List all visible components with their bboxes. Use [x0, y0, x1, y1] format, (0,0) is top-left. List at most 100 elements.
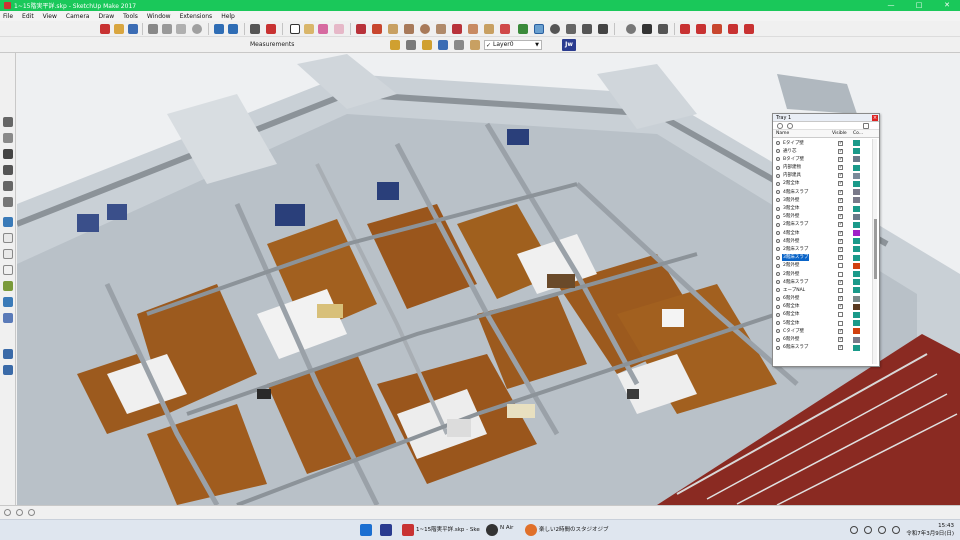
layer-row[interactable]: 6階外壁 ✓ — [773, 295, 873, 303]
push-pull-icon[interactable] — [484, 24, 494, 34]
layer-color-swatch[interactable] — [853, 320, 860, 327]
section-plane-icon[interactable] — [3, 349, 13, 359]
layer-name[interactable]: 6階全体 — [782, 303, 800, 310]
active-layer-radio[interactable] — [776, 345, 780, 350]
layer-color-swatch[interactable] — [853, 254, 860, 261]
eraser-icon[interactable] — [334, 24, 344, 34]
air-task-icon[interactable] — [486, 524, 498, 536]
rectangle-icon[interactable] — [388, 24, 398, 34]
layer-color-swatch[interactable] — [853, 156, 860, 163]
details-icon[interactable] — [863, 123, 869, 129]
menu-file[interactable]: File — [3, 13, 13, 20]
active-layer-radio[interactable] — [776, 247, 780, 252]
taskbar-item-browser[interactable]: 楽しい2時間のスタジオジブ — [539, 525, 609, 533]
active-layer-radio[interactable] — [776, 181, 780, 186]
layer-row[interactable]: 5階外壁 ✓ — [773, 213, 873, 221]
layer-visible-checkbox[interactable]: ✓ — [838, 173, 843, 179]
layer-name[interactable]: 4階床スラブ — [782, 189, 809, 196]
layer-name[interactable]: 3階外壁 — [782, 197, 800, 204]
layer-visible-checkbox[interactable]: ✓ — [838, 181, 843, 187]
volume-icon[interactable] — [878, 526, 886, 534]
layer-visible-checkbox[interactable]: ✓ — [838, 328, 843, 334]
zoom-extents-icon[interactable] — [582, 24, 592, 34]
layer-name[interactable]: 4階外壁 — [782, 238, 800, 245]
zoom-window-icon[interactable] — [566, 24, 576, 34]
layer-color-swatch[interactable] — [853, 172, 860, 179]
text-icon[interactable] — [438, 40, 448, 50]
layer-visible-checkbox[interactable] — [838, 312, 843, 318]
layer-color-swatch[interactable] — [853, 180, 860, 187]
erase-icon[interactable] — [192, 24, 202, 34]
menu-extensions[interactable]: Extensions — [180, 13, 213, 20]
iso-view-icon[interactable] — [3, 117, 13, 127]
active-layer-radio[interactable] — [776, 263, 780, 268]
active-layer-radio[interactable] — [776, 222, 780, 227]
active-layer-radio[interactable] — [776, 321, 780, 326]
active-layer-radio[interactable] — [776, 239, 780, 244]
monochrome-icon[interactable] — [3, 313, 13, 323]
layer-row[interactable]: 通り芯 ✓ — [773, 147, 873, 155]
protractor-icon[interactable] — [422, 40, 432, 50]
redo-icon[interactable] — [228, 24, 238, 34]
layer-visible-checkbox[interactable]: ✓ — [838, 140, 843, 146]
layer-row[interactable]: 6階外壁 ✓ — [773, 336, 873, 344]
follow-me-icon[interactable] — [728, 24, 738, 34]
layer-visible-checkbox[interactable]: ✓ — [838, 296, 843, 302]
look-around-icon[interactable] — [658, 24, 668, 34]
active-layer-radio[interactable] — [776, 214, 780, 219]
layer-row[interactable]: 内部建具 ✓ — [773, 172, 873, 180]
dimension-icon[interactable] — [406, 40, 416, 50]
col-visible[interactable]: Visible — [832, 130, 847, 138]
layer-visible-checkbox[interactable]: ✓ — [838, 156, 843, 162]
active-layer-radio[interactable] — [776, 272, 780, 276]
layer-row[interactable]: 2階床スラブ ✓ — [773, 245, 873, 253]
layer-name[interactable]: 3階全体 — [782, 205, 800, 212]
layer-row[interactable]: Bタイプ壁 ✓ — [773, 155, 873, 163]
hidden-line-icon[interactable] — [3, 265, 13, 275]
layer-color-swatch[interactable] — [853, 230, 860, 237]
active-layer-radio[interactable] — [776, 288, 780, 293]
active-layer-radio[interactable] — [776, 255, 780, 260]
left-view-icon[interactable] — [3, 197, 13, 207]
section-display-icon[interactable] — [3, 365, 13, 375]
layer-name[interactable]: Cタイプ壁 — [782, 328, 805, 335]
taskbar-item-air[interactable]: N Air — [500, 525, 513, 531]
move-icon[interactable] — [680, 24, 690, 34]
layer-visible-checkbox[interactable]: ✓ — [838, 165, 843, 171]
windows-start-icon[interactable] — [360, 524, 372, 536]
layer-name[interactable]: 6階全体 — [782, 311, 800, 318]
shaded-textures-icon[interactable] — [3, 297, 13, 307]
layer-name[interactable]: 2階床スラブ — [782, 221, 809, 228]
tray-scrollbar[interactable] — [872, 139, 877, 364]
copy-icon[interactable] — [162, 24, 172, 34]
layer-name[interactable]: 6階外壁 — [782, 336, 800, 343]
layer-name[interactable]: 2階外壁 — [782, 262, 800, 269]
active-layer-radio[interactable] — [776, 296, 780, 301]
layer-color-swatch[interactable] — [853, 213, 860, 220]
right-view-icon[interactable] — [3, 165, 13, 175]
layer-name[interactable]: 5階外壁 — [782, 213, 800, 220]
credits-icon[interactable] — [16, 509, 23, 516]
layer-color-swatch[interactable] — [853, 279, 860, 286]
menu-help[interactable]: Help — [221, 13, 235, 20]
layer-color-swatch[interactable] — [853, 205, 860, 212]
col-name[interactable]: Name — [776, 130, 789, 138]
layer-visible-checkbox[interactable]: ✓ — [838, 230, 843, 236]
layer-name[interactable]: 2階外壁 — [782, 271, 800, 278]
tray-title-bar[interactable]: Tray 1 × — [773, 114, 879, 122]
save-icon[interactable] — [128, 24, 138, 34]
layer-visible-checkbox[interactable]: ✓ — [838, 197, 843, 203]
active-layer-radio[interactable] — [776, 198, 780, 203]
menu-camera[interactable]: Camera — [66, 13, 90, 20]
top-view-icon[interactable] — [3, 133, 13, 143]
layer-row[interactable]: 4階全体 ✓ — [773, 229, 873, 237]
zoom-icon[interactable] — [550, 24, 560, 34]
layer-row[interactable]: 内部建物 ✓ — [773, 164, 873, 172]
layer-color-swatch[interactable] — [853, 287, 860, 294]
close-button[interactable]: ✕ — [933, 0, 960, 11]
axes-icon[interactable] — [454, 40, 464, 50]
active-layer-radio[interactable] — [776, 312, 780, 317]
layer-row[interactable]: エーブNAL — [773, 286, 873, 294]
layer-row[interactable]: 3階全体 ✓ — [773, 205, 873, 213]
layer-row[interactable]: 3階床スラブ ✓ — [773, 254, 873, 262]
